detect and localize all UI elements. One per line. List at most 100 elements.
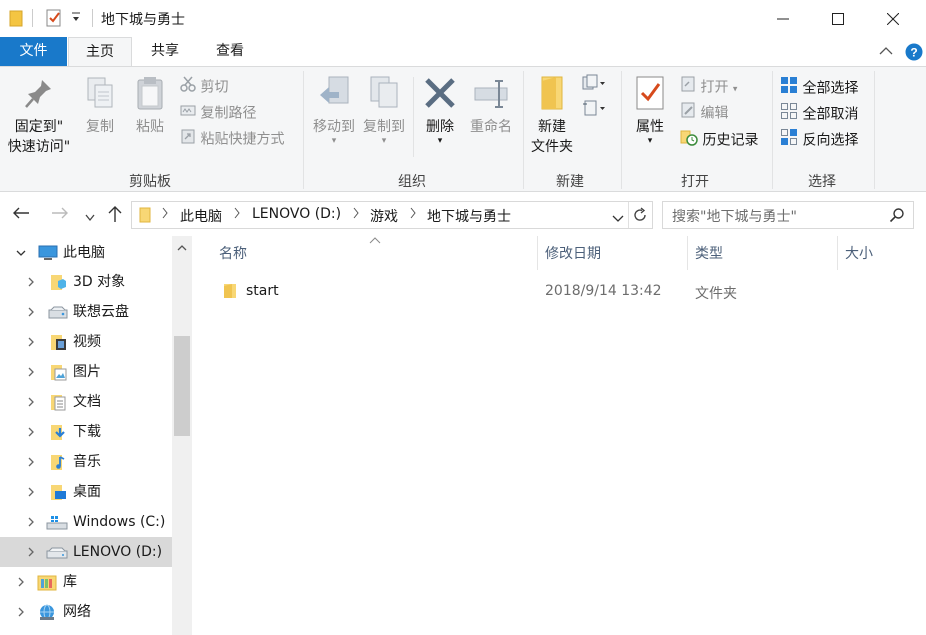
edit-label: 编辑 [700, 105, 729, 122]
minimize-button[interactable] [760, 0, 806, 37]
nav-item-downloads[interactable]: 下载 [0, 417, 172, 447]
chevron-right-icon[interactable] [16, 577, 26, 587]
nav-item-lenovo-d[interactable]: LENOVO (D:) [0, 537, 172, 567]
new-folder-button[interactable]: 新建 文件夹 [526, 73, 578, 157]
nav-item-windows-c[interactable]: Windows (C:) [0, 507, 172, 537]
scrollbar-thumb[interactable] [174, 336, 190, 436]
column-divider[interactable] [687, 236, 688, 270]
forward-icon[interactable] [51, 206, 69, 224]
chevron-right-icon[interactable] [26, 397, 36, 407]
desktop-folder-icon [51, 485, 66, 500]
tab-share[interactable]: 共享 [133, 37, 197, 66]
properties-icon[interactable] [45, 9, 63, 31]
refresh-icon[interactable] [632, 207, 648, 227]
move-to-icon [308, 73, 360, 113]
cut-button[interactable]: 剪切 [180, 76, 228, 98]
select-none-button[interactable]: 全部取消 [780, 102, 858, 124]
open-button[interactable]: 打开 ▾ [680, 76, 737, 98]
up-icon[interactable] [107, 205, 123, 227]
nav-item-desktop[interactable]: 桌面 [0, 477, 172, 507]
chevron-right-icon[interactable] [26, 337, 36, 347]
chevron-right-icon[interactable] [26, 517, 36, 527]
address-history-icon[interactable] [612, 211, 624, 227]
divider [92, 9, 93, 27]
tab-view[interactable]: 查看 [197, 37, 263, 66]
breadcrumb-separator-icon[interactable] [352, 207, 360, 223]
easy-access-button[interactable] [582, 99, 606, 121]
chevron-right-icon[interactable] [26, 457, 36, 467]
breadcrumb-games[interactable]: 游戏 [370, 206, 398, 226]
chevron-right-icon[interactable] [26, 487, 36, 497]
column-divider[interactable] [537, 236, 538, 270]
nav-item-libraries[interactable]: 库 [0, 567, 172, 597]
nav-scrollbar[interactable] [172, 236, 192, 635]
search-box[interactable]: 搜索"地下城与勇士" [662, 201, 914, 229]
search-placeholder: 搜索"地下城与勇士" [672, 209, 797, 225]
scroll-up-icon[interactable] [177, 244, 187, 252]
breadcrumb-separator-icon[interactable] [161, 207, 169, 223]
delete-button[interactable]: 删除 ▾ [418, 73, 462, 146]
chevron-right-icon[interactable] [26, 547, 36, 557]
new-item-button[interactable] [582, 74, 606, 96]
chevron-right-icon[interactable] [16, 607, 26, 617]
collapse-ribbon-icon[interactable] [879, 44, 893, 60]
chevron-right-icon[interactable] [26, 367, 36, 377]
nav-label: 联想云盘 [73, 304, 129, 320]
chevron-right-icon[interactable] [26, 307, 36, 317]
libraries-icon [37, 575, 57, 591]
nav-label: 图片 [73, 364, 101, 380]
move-to-button[interactable]: 移动到 ▾ [308, 73, 360, 146]
copy-path-button[interactable]: 复制路径 [180, 102, 256, 124]
back-icon[interactable] [12, 206, 30, 224]
select-none-label: 全部取消 [802, 106, 859, 123]
nav-item-3d-objects[interactable]: 3D 对象 [0, 267, 172, 297]
select-all-button[interactable]: 全部选择 [780, 76, 858, 98]
copy-to-icon [358, 73, 410, 113]
column-header-type[interactable]: 类型 [695, 244, 723, 272]
invert-selection-button[interactable]: 反向选择 [780, 128, 858, 150]
group-separator [303, 71, 304, 189]
copy-button[interactable]: 复制 [80, 73, 120, 137]
nav-item-pictures[interactable]: 图片 [0, 357, 172, 387]
column-header-name[interactable]: 名称 [219, 244, 247, 272]
maximize-button[interactable] [815, 0, 861, 37]
breadcrumb-separator-icon[interactable] [409, 207, 417, 223]
history-button[interactable]: 历史记录 [680, 128, 758, 150]
rename-button[interactable]: 重命名 [466, 73, 516, 137]
address-bar[interactable]: 此电脑 LENOVO (D:) 游戏 地下城与勇士 [131, 201, 653, 229]
customize-quick-access-icon[interactable] [71, 11, 81, 27]
nav-item-documents[interactable]: 文档 [0, 387, 172, 417]
edit-button[interactable]: 编辑 [680, 102, 728, 124]
column-header-size[interactable]: 大小 [845, 244, 873, 272]
pin-to-quick-access-button[interactable]: 固定到" 快速访问" [4, 73, 74, 157]
paste-label: 粘贴 [136, 119, 164, 135]
nav-item-videos[interactable]: 视频 [0, 327, 172, 357]
column-divider[interactable] [837, 236, 838, 270]
recent-locations-icon[interactable] [85, 210, 95, 226]
close-button[interactable] [870, 0, 916, 37]
invert-selection-label: 反向选择 [802, 132, 859, 149]
table-row[interactable]: start 2018/9/14 13:42 文件夹 [212, 279, 912, 305]
tab-home[interactable]: 主页 [68, 37, 132, 67]
properties-button[interactable]: 属性 ▾ [628, 73, 672, 146]
nav-item-network[interactable]: 网络 [0, 597, 172, 627]
breadcrumb-separator-icon[interactable] [233, 207, 241, 223]
chevron-right-icon[interactable] [26, 277, 36, 287]
search-icon[interactable] [889, 207, 905, 227]
breadcrumb-this-pc[interactable]: 此电脑 [180, 206, 222, 226]
navigation-pane: 此电脑 3D 对象 联想云盘 视频 图片 文档 下载 音乐 桌面 Windows… [0, 236, 192, 635]
nav-item-this-pc[interactable]: 此电脑 [0, 238, 172, 268]
chevron-right-icon[interactable] [26, 427, 36, 437]
chevron-down-icon[interactable] [16, 248, 26, 258]
tab-file[interactable]: 文件 [0, 37, 67, 66]
nav-item-lenovo-cloud[interactable]: 联想云盘 [0, 297, 172, 327]
paste-shortcut-button[interactable]: 粘贴快捷方式 [180, 128, 284, 150]
copy-to-button[interactable]: 复制到 ▾ [358, 73, 410, 146]
rename-label: 重命名 [470, 119, 512, 135]
breadcrumb-current-folder[interactable]: 地下城与勇士 [427, 206, 511, 226]
help-icon[interactable]: ? [905, 43, 923, 65]
column-header-modified[interactable]: 修改日期 [545, 244, 601, 272]
paste-button[interactable]: 粘贴 [130, 73, 170, 137]
breadcrumb-lenovo-d[interactable]: LENOVO (D:) [252, 206, 341, 222]
nav-item-music[interactable]: 音乐 [0, 447, 172, 477]
